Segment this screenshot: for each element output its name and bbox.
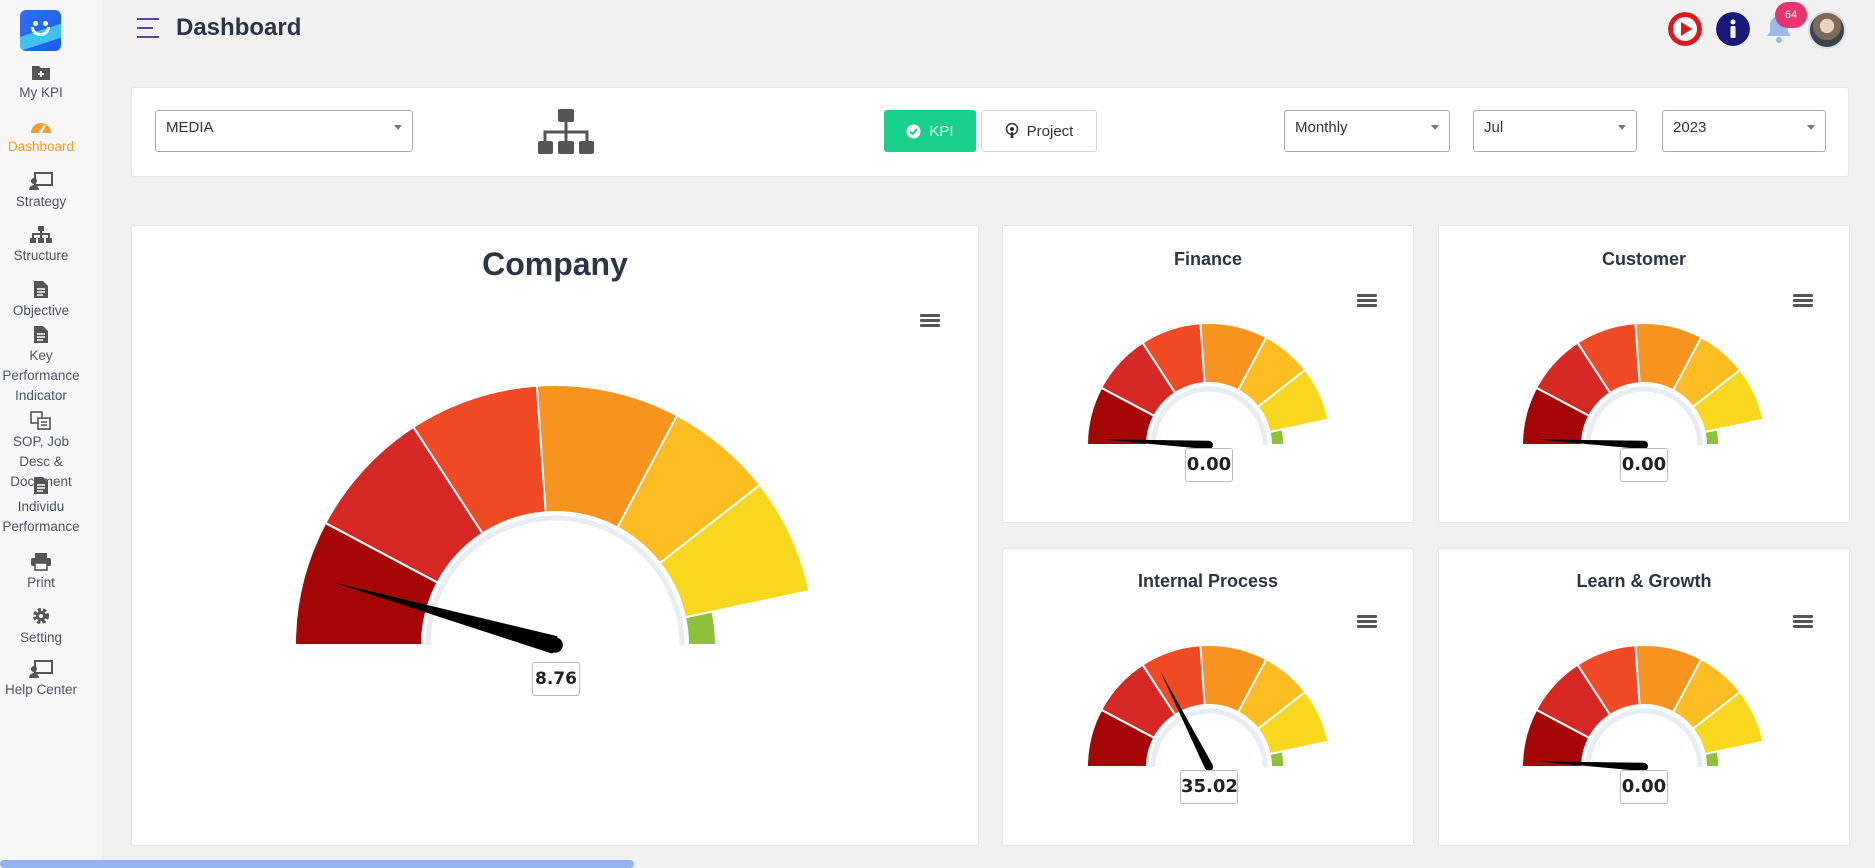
- project-toggle-button[interactable]: Project: [981, 110, 1097, 152]
- gauge-value-label: 8.76: [532, 662, 580, 696]
- sidebar-item-label: Objective: [12, 303, 70, 318]
- gauge-band-7: [1703, 428, 1721, 446]
- period-select[interactable]: Monthly: [1284, 110, 1450, 152]
- printer-icon: [31, 553, 51, 571]
- sidebar-item-print[interactable]: Print: [0, 552, 82, 593]
- horizontal-scrollbar[interactable]: [0, 860, 634, 868]
- finance-gauge: [1085, 322, 1330, 450]
- app-logo[interactable]: [20, 10, 61, 51]
- page-title: Dashboard: [176, 14, 302, 41]
- avatar[interactable]: [1808, 11, 1846, 49]
- presentation-icon: [29, 660, 53, 678]
- company-gauge: [293, 384, 811, 654]
- month-select[interactable]: Jul: [1473, 110, 1637, 152]
- year-select[interactable]: 2023: [1662, 110, 1826, 152]
- sidebar-item-label: Setting: [19, 630, 63, 645]
- info-icon[interactable]: [1716, 12, 1750, 46]
- document-icon: [34, 281, 48, 298]
- company-gauge-card: Company 8.76: [131, 225, 979, 846]
- sidebar: My KPI Dashboard Strategy Structure Obje…: [0, 0, 103, 868]
- gauge-band-7: [683, 610, 717, 646]
- check-circle-icon: [906, 124, 921, 138]
- sidebar-item-label: Dashboard: [7, 139, 75, 154]
- document-icon: [34, 326, 48, 343]
- org-chart-icon: [30, 226, 52, 243]
- sidebar-item-dashboard[interactable]: Dashboard: [0, 118, 82, 157]
- project-button-label: Project: [1026, 122, 1074, 140]
- sidebar-item-label: Strategy: [15, 194, 67, 209]
- gauge-value-label: 35.02: [1180, 770, 1238, 804]
- kpi-button-label: KPI: [929, 122, 954, 140]
- gauge-band-7: [1268, 428, 1286, 446]
- presentation-icon: [29, 172, 53, 190]
- customer-gauge: [1520, 322, 1765, 450]
- org-structure-icon[interactable]: [537, 109, 595, 155]
- notification-badge: 64: [1775, 2, 1807, 28]
- copy-icon: [30, 411, 51, 430]
- sidebar-item-label: Structure: [13, 248, 69, 263]
- gauge-value-label: 0.00: [1185, 448, 1233, 482]
- gauge-value-label: 0.00: [1620, 448, 1668, 482]
- sidebar-item-my-kpi[interactable]: My KPI: [0, 64, 82, 103]
- sidebar-item-kpi[interactable]: Key Performance Indicator: [0, 325, 82, 406]
- finance-gauge-card: Finance 0.00: [1002, 225, 1414, 523]
- sidebar-item-individu[interactable]: Individu Performance: [0, 476, 82, 537]
- podcast-icon: [1005, 123, 1018, 138]
- hamburger-menu-icon[interactable]: [137, 18, 159, 38]
- gauge-needle-hub: [547, 637, 563, 653]
- sidebar-item-objective[interactable]: Objective: [0, 280, 82, 321]
- internal-process-gauge-card: Internal Process 35.02: [1002, 548, 1414, 846]
- document-icon: [34, 477, 48, 494]
- sidebar-item-help-center[interactable]: Help Center: [0, 660, 82, 700]
- gauge-band-7: [1268, 750, 1286, 768]
- department-select[interactable]: MEDIA: [155, 110, 413, 152]
- kpi-toggle-button[interactable]: KPI: [884, 110, 976, 152]
- learn-growth-gauge-card: Learn & Growth 0.00: [1438, 548, 1850, 846]
- gear-icon: [33, 608, 49, 624]
- sidebar-item-strategy[interactable]: Strategy: [0, 172, 82, 212]
- sidebar-item-structure[interactable]: Structure: [0, 226, 82, 266]
- sidebar-item-setting[interactable]: Setting: [0, 606, 82, 648]
- play-video-icon[interactable]: [1668, 12, 1702, 46]
- speedometer-icon: [31, 123, 51, 134]
- sidebar-item-label: Key Performance Indicator: [2, 348, 80, 403]
- gauge-value-label: 0.00: [1620, 770, 1668, 804]
- gauge-band-7: [1703, 750, 1721, 768]
- sidebar-item-label: Individu Performance: [2, 499, 80, 534]
- folder-plus-icon: [32, 66, 50, 80]
- sidebar-item-label: Help Center: [4, 682, 78, 697]
- sidebar-item-label: My KPI: [19, 85, 63, 100]
- sidebar-item-label: Print: [27, 575, 55, 590]
- customer-gauge-card: Customer 0.00: [1438, 225, 1850, 523]
